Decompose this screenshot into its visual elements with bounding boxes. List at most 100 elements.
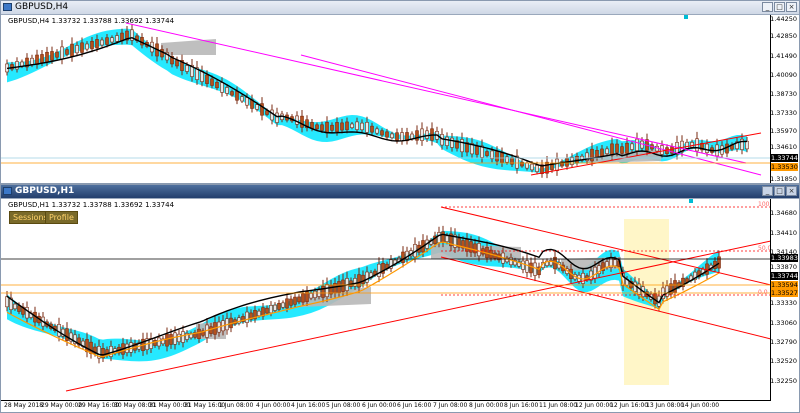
candle-body	[533, 262, 537, 276]
candle-body	[285, 298, 289, 309]
price-axis[interactable]: 1.34680 1.34410 1.34140 1.33870 1.33330 …	[770, 199, 799, 401]
candle-body	[365, 271, 369, 283]
window-titlebar[interactable]: GBPUSD,H1 _ □ ×	[1, 185, 799, 199]
candle-body	[521, 260, 525, 270]
candle-body	[297, 296, 301, 303]
candle-body	[437, 232, 441, 243]
candle-body	[370, 125, 374, 133]
candle-body	[220, 82, 224, 93]
price-tick: 1.32790	[770, 338, 797, 346]
chart-window-h1[interactable]: GBPUSD,H1 _ □ × GBPUSD,H1 1.33732 1.3378…	[0, 184, 800, 413]
candle-body	[725, 143, 729, 154]
candle-body	[281, 302, 285, 308]
time-tick: 6 Jun 00:00	[362, 402, 397, 409]
maximize-button[interactable]: □	[774, 186, 785, 196]
candle-body	[173, 332, 177, 345]
candle-body	[105, 37, 109, 45]
candle-body	[277, 302, 281, 310]
candle-body	[295, 115, 299, 125]
candle-body	[230, 91, 234, 96]
candle-body	[85, 339, 89, 353]
candle-body	[469, 241, 473, 253]
time-tick: 1 Jun 08:00	[219, 402, 254, 409]
price-tick: 1.38730	[770, 90, 797, 98]
time-axis[interactable]: 28 May 2018 29 May 00:00 29 May 16:00 30…	[1, 400, 771, 412]
candle-body	[313, 290, 317, 298]
candle-body	[215, 81, 219, 89]
price-tick: 1.33060	[770, 319, 797, 327]
candle-body	[205, 74, 209, 84]
time-tick: 29 May 00:00	[41, 402, 83, 409]
time-tick: 8 Jun 16:00	[504, 402, 539, 409]
candle-body	[655, 145, 659, 152]
price-tick: 1.34610	[770, 143, 797, 151]
candle-body	[575, 155, 579, 164]
candle-body	[380, 130, 384, 136]
candle-body	[340, 122, 344, 131]
candle-body	[55, 51, 59, 58]
candle-body	[445, 136, 449, 146]
arrow-marker	[684, 15, 688, 19]
candle-body	[529, 262, 533, 274]
window-titlebar[interactable]: GBPUSD,H4 _ □ ×	[1, 1, 799, 15]
candle-body	[400, 132, 404, 142]
candle-body	[590, 148, 594, 162]
chart-window-h4[interactable]: GBPUSD,H4 _ □ × GBPUSD,H4 1.33732 1.3378…	[0, 0, 800, 184]
candle-body	[245, 97, 249, 106]
price-chart-h4[interactable]	[1, 15, 771, 183]
window-title: GBPUSD,H1	[15, 186, 75, 196]
minimize-button[interactable]: _	[762, 2, 773, 12]
candle-body	[181, 331, 185, 343]
candle-body	[40, 54, 44, 63]
candle-body	[50, 51, 54, 61]
close-button[interactable]: ×	[786, 2, 797, 12]
price-chart-h1[interactable]: 100.050.00.0	[1, 199, 771, 401]
candle-body	[410, 133, 414, 140]
candle-body	[5, 296, 9, 308]
level-price-label: 1.33527	[771, 289, 798, 297]
candle-body	[593, 266, 597, 279]
candle-body	[110, 37, 114, 43]
candle-body	[169, 334, 173, 345]
candle-body	[65, 328, 69, 341]
candle-body	[365, 122, 369, 133]
candle-body	[377, 263, 381, 277]
maximize-button[interactable]: □	[774, 2, 785, 12]
candle-body	[315, 124, 319, 130]
level-price-label: 1.33530	[771, 163, 798, 171]
candle-body	[57, 324, 61, 337]
candle-body	[60, 46, 64, 60]
candle-body	[245, 311, 249, 323]
candle-body	[289, 298, 293, 306]
time-tick: 28 May 2018	[4, 402, 44, 409]
candle-body	[525, 162, 529, 169]
candle-body	[485, 151, 489, 156]
candle-body	[360, 122, 364, 131]
minimize-button[interactable]: _	[762, 186, 773, 196]
price-axis[interactable]: 1.44250 1.42850 1.41490 1.40090 1.38730 …	[770, 15, 799, 183]
candle-body	[275, 112, 279, 123]
candle-body	[160, 49, 164, 58]
level-price-label: 1.33983	[771, 254, 798, 262]
candle-body	[95, 39, 99, 49]
candle-body	[361, 274, 365, 284]
candle-body	[595, 149, 599, 158]
candle-body	[45, 51, 49, 63]
candle-body	[301, 293, 305, 303]
candle-body	[717, 256, 721, 269]
candle-body	[355, 121, 359, 130]
candle-body	[390, 133, 394, 139]
candle-body	[157, 337, 161, 347]
candle-body	[445, 235, 449, 242]
candle-body	[420, 128, 424, 141]
candle-body	[257, 310, 261, 317]
candle-body	[85, 43, 89, 50]
close-button[interactable]: ×	[786, 186, 797, 196]
candle-body	[255, 104, 259, 110]
candle-body	[270, 109, 274, 121]
candle-body	[165, 333, 169, 347]
candle-body	[350, 123, 354, 128]
candle-body	[345, 121, 349, 131]
fibonacci-label: 0.0	[758, 289, 768, 296]
time-tick: 12 Jun 00:00	[575, 402, 614, 409]
